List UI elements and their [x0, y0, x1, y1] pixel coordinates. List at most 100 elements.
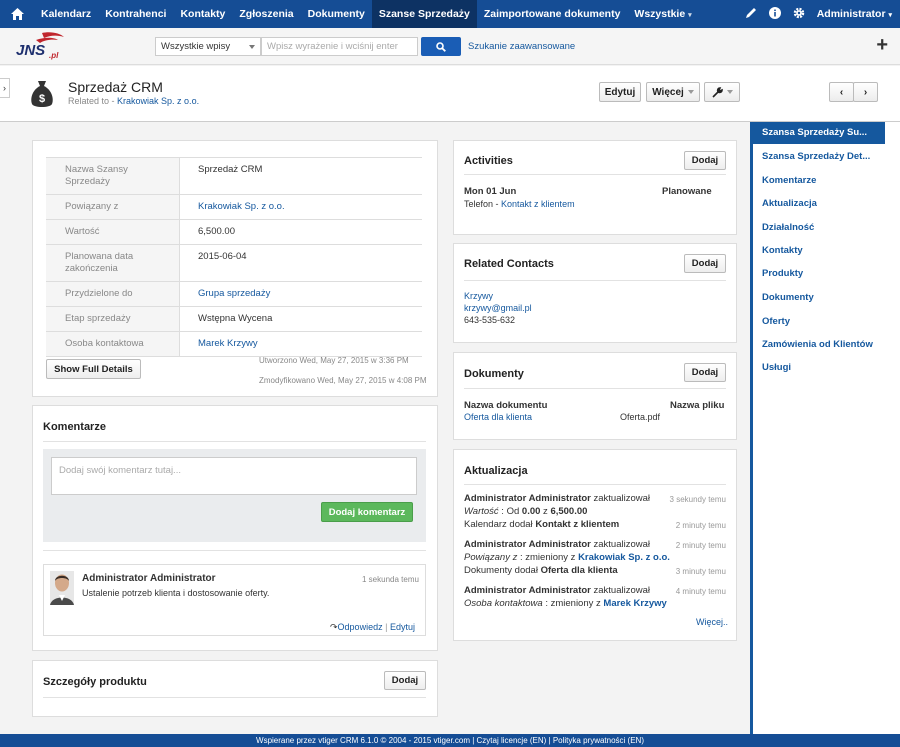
- update-item: Administrator Administrator zaktualizowa…: [464, 539, 650, 550]
- pencil-icon[interactable]: [745, 7, 757, 22]
- show-full-details-button[interactable]: Show Full Details: [46, 359, 141, 379]
- update-text: Dokumenty dodał: [464, 565, 541, 576]
- more-dropdown-button[interactable]: Więcej: [646, 82, 700, 102]
- document-link[interactable]: Oferta dla klienta: [464, 412, 532, 422]
- update-linked-account[interactable]: Krakowiak Sp. z o.o.: [578, 552, 670, 563]
- update-object: Oferta dla klienta: [540, 565, 618, 576]
- chevron-down-icon: [249, 45, 255, 49]
- sidebar-item-sales-orders[interactable]: Zamówienia od Klientów: [762, 339, 888, 350]
- update-detail: Powiązany z : zmieniony z Krakowiak Sp. …: [464, 552, 670, 563]
- previous-record-button[interactable]: ‹: [829, 82, 854, 102]
- tab-kontakty[interactable]: Kontakty: [173, 0, 232, 28]
- update-detail-text: : Od: [498, 506, 522, 517]
- tab-dokumenty[interactable]: Dokumenty: [301, 0, 372, 28]
- divider: [464, 388, 726, 389]
- product-details-panel: [32, 660, 438, 717]
- tools-dropdown-button[interactable]: [704, 82, 740, 102]
- activities-title: Activities: [464, 155, 513, 167]
- advanced-search-link[interactable]: Szukanie zaawansowane: [468, 41, 575, 52]
- update-item: Administrator Administrator zaktualizowa…: [464, 493, 650, 504]
- tab-zgloszenia[interactable]: Zgłoszenia: [232, 0, 300, 28]
- add-product-button[interactable]: Dodaj: [384, 671, 426, 690]
- sidebar-item-label: Szansa Sprzedaży Su...: [762, 127, 868, 138]
- sidebar-item-activities[interactable]: Działalność: [762, 222, 888, 233]
- edit-comment-link[interactable]: Edytuj: [390, 622, 415, 632]
- search-input[interactable]: Wpisz wyrażenie i wciśnij enter: [261, 37, 418, 56]
- record-title: Sprzedaż CRM: [68, 79, 163, 95]
- contact-phone: 643-535-632: [464, 315, 516, 325]
- add-comment-button[interactable]: Dodaj komentarz: [321, 502, 413, 522]
- divider: [464, 280, 726, 281]
- search-scope-value: Wszystkie wpisy: [161, 41, 231, 52]
- created-timestamp: Utworzono Wed, May 27, 2015 w 3:36 PM: [259, 356, 409, 365]
- documents-title: Dokumenty: [464, 368, 524, 380]
- comment-textarea[interactable]: Dodaj swój komentarz tutaj...: [51, 457, 417, 495]
- search-icon: [436, 41, 446, 52]
- product-details-title: Szczegóły produktu: [43, 676, 147, 688]
- edit-button[interactable]: Edytuj: [599, 82, 641, 102]
- activity-link[interactable]: Kontakt z klientem: [501, 199, 575, 209]
- reply-link[interactable]: Odpowiedz: [338, 622, 383, 632]
- details-table: Nazwa Szansy Sprzedaży Sprzedaż CRM Powi…: [46, 157, 422, 357]
- next-record-button[interactable]: ›: [853, 82, 878, 102]
- assigned-group-link[interactable]: Grupa sprzedaży: [198, 288, 270, 299]
- sidebar-item-products[interactable]: Produkty: [762, 268, 888, 279]
- sidebar-item-updates[interactable]: Aktualizacja: [762, 198, 888, 209]
- sidebar-item-comments[interactable]: Komentarze: [762, 175, 888, 186]
- search-button[interactable]: [421, 37, 461, 56]
- expand-sidebar-toggle[interactable]: ›: [0, 78, 10, 98]
- chevron-down-icon: ▾: [688, 12, 692, 19]
- add-activity-button[interactable]: Dodaj: [684, 151, 726, 170]
- tab-wszystkie[interactable]: Wszystkie ▾: [627, 0, 698, 28]
- sidebar-item-contacts[interactable]: Kontakty: [762, 245, 888, 256]
- divider: [43, 697, 426, 698]
- record-related: Related to - Krakowiak Sp. z o.o.: [68, 96, 199, 106]
- sidebar-item-summary[interactable]: Szansa Sprzedaży Su...: [753, 122, 885, 144]
- field-value: Krakowiak Sp. z o.o.: [180, 195, 422, 219]
- info-icon[interactable]: [768, 6, 781, 22]
- svg-text:.pl: .pl: [49, 51, 59, 60]
- quick-create-plus-icon[interactable]: +: [876, 35, 888, 55]
- gear-icon[interactable]: [793, 7, 805, 22]
- tab-kontrahenci[interactable]: Kontrahenci: [98, 0, 173, 28]
- add-contact-button[interactable]: Dodaj: [684, 254, 726, 273]
- updates-list: Administrator Administrator zaktualizowa…: [464, 493, 726, 613]
- activity-type: Telefon -: [464, 199, 502, 209]
- user-menu[interactable]: Administrator ▾: [817, 8, 892, 20]
- separator: |: [385, 622, 388, 632]
- field-label: Planowana data zakończenia: [46, 245, 180, 281]
- update-linked-contact[interactable]: Marek Krzywy: [603, 598, 666, 609]
- sidebar-item-details[interactable]: Szansa Sprzedaży Det...: [762, 151, 888, 162]
- table-row: Osoba kontaktowa Marek Krzywy: [46, 332, 422, 357]
- search-scope-select[interactable]: Wszystkie wpisy: [155, 37, 261, 56]
- company-logo[interactable]: JNS .pl: [14, 31, 70, 61]
- more-updates-link[interactable]: Więcej..: [696, 617, 728, 627]
- file-name-header: Nazwa pliku: [670, 400, 725, 411]
- add-document-button[interactable]: Dodaj: [684, 363, 726, 382]
- sidebar-item-quotes[interactable]: Oferty: [762, 316, 888, 327]
- field-label: Etap sprzedaży: [46, 307, 180, 331]
- related-prefix: Related to -: [68, 96, 118, 106]
- search-bar: JNS .pl Wszystkie wpisy Wpisz wyrażenie …: [0, 28, 900, 65]
- home-icon[interactable]: [0, 0, 34, 28]
- table-row: Powiązany z Krakowiak Sp. z o.o.: [46, 195, 422, 220]
- contact-email-link[interactable]: krzywy@gmail.pl: [464, 303, 532, 313]
- table-row: Nazwa Szansy Sprzedaży Sprzedaż CRM: [46, 158, 422, 195]
- sidebar-item-documents[interactable]: Dokumenty: [762, 292, 888, 303]
- contact-person-link[interactable]: Marek Krzywy: [198, 338, 258, 349]
- update-action: zaktualizował: [590, 539, 650, 550]
- contact-name-link[interactable]: Krzywy: [464, 291, 493, 301]
- user-toolbar: Administrator ▾: [745, 0, 892, 28]
- update-time: 2 minuty temu: [675, 521, 726, 530]
- sidebar-item-services[interactable]: Usługi: [762, 362, 888, 373]
- tab-szanse-sprzedazy[interactable]: Szanse Sprzedaży: [371, 0, 477, 28]
- field-label: Wartość: [46, 220, 180, 244]
- update-item: Dokumenty dodał Oferta dla klienta: [464, 565, 618, 576]
- more-label: Więcej: [652, 86, 684, 98]
- divider: [464, 484, 726, 485]
- related-account-link[interactable]: Krakowiak Sp. z o.o.: [117, 96, 199, 106]
- related-account-link[interactable]: Krakowiak Sp. z o.o.: [198, 201, 285, 212]
- tab-kalendarz[interactable]: Kalendarz: [34, 0, 98, 28]
- tab-zaimportowane-dokumenty[interactable]: Zaimportowane dokumenty: [477, 0, 628, 28]
- update-object: Kontakt z klientem: [535, 519, 620, 530]
